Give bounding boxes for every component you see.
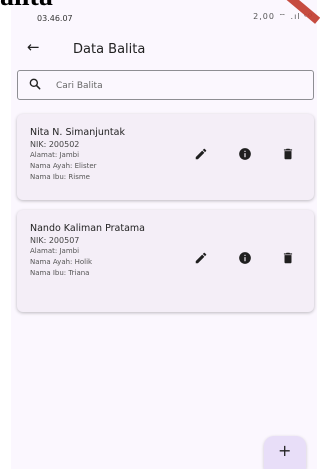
card-actions [191, 147, 301, 161]
card-actions [191, 251, 301, 265]
plus-icon: + [278, 441, 292, 460]
balita-details: Nando Kaliman Pratama NIK: 200507 Alamat… [30, 222, 175, 279]
balita-ibu: Nama Ibu: Risme [30, 173, 90, 181]
balita-details: Nita N. Simanjuntak NIK: 200502 Alamat: … [30, 126, 175, 183]
app-bar: ← Data Balita [11, 34, 317, 66]
balita-alamat: Alamat: Jambi [30, 151, 80, 159]
overlay-title: alita [0, 0, 53, 11]
trash-icon[interactable] [281, 147, 295, 161]
pencil-icon[interactable] [194, 251, 208, 265]
balita-alamat: Alamat: Jambi [30, 247, 80, 255]
balita-name: Nita N. Simanjuntak [30, 127, 125, 138]
balita-ibu: Nama Ibu: Triana [30, 269, 90, 277]
balita-nik: NIK: 200507 [30, 236, 80, 245]
search-bar[interactable] [17, 70, 314, 100]
balita-name: Nando Kaliman Pratama [30, 223, 146, 234]
info-icon[interactable] [238, 251, 252, 265]
balita-ayah: Nama Ayah: Elister [30, 162, 97, 170]
balita-nik: NIK: 200502 [30, 140, 80, 149]
arrow-left-icon[interactable]: ← [27, 38, 40, 56]
balita-card[interactable]: Nando Kaliman Pratama NIK: 200507 Alamat… [17, 210, 314, 312]
page-title: Data Balita [73, 42, 146, 57]
add-balita-button[interactable]: + [264, 436, 306, 469]
balita-ayah: Nama Ayah: Holik [30, 258, 93, 266]
status-time: 03.46.07 [37, 14, 73, 23]
trash-icon[interactable] [281, 251, 295, 265]
status-bar: 03.46.07 2,00 ⌔ .ıl ᶜᴼ [11, 0, 320, 26]
search-input[interactable] [54, 76, 298, 96]
balita-card[interactable]: Nita N. Simanjuntak NIK: 200502 Alamat: … [17, 114, 314, 200]
info-icon[interactable] [238, 147, 252, 161]
search-icon [29, 78, 41, 90]
pencil-icon[interactable] [194, 147, 208, 161]
phone-screen: 03.46.07 2,00 ⌔ .ıl ᶜᴼ ← Data Balita Nit… [11, 0, 320, 469]
